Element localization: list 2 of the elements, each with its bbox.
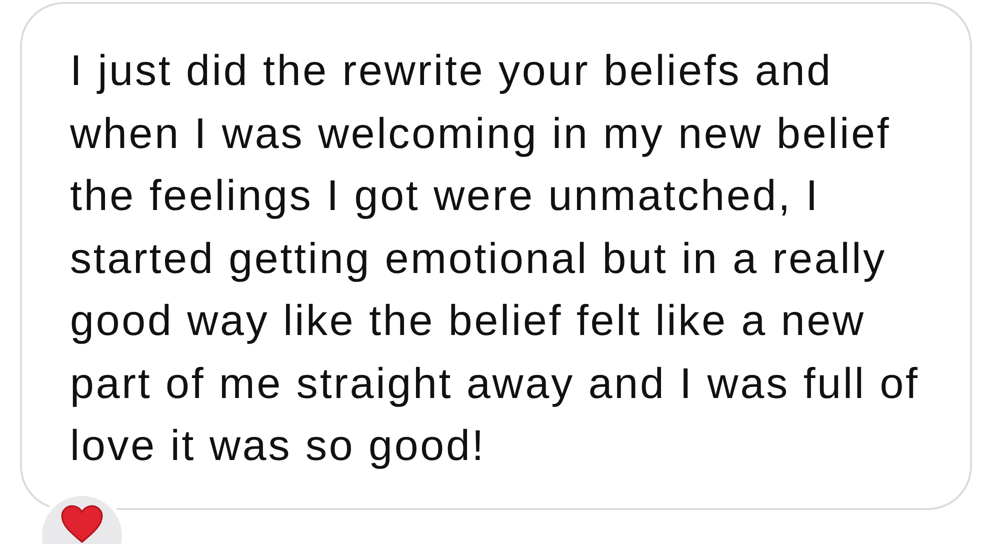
heart-icon — [60, 504, 104, 544]
message-text: I just did the rewrite your beliefs and when I was welcoming in my new belief the feelings I got were unmatched, I started getting emotional but in a really good way like the belief felt like a new part of me straight away and I was full of love it was so good! — [70, 46, 920, 472]
